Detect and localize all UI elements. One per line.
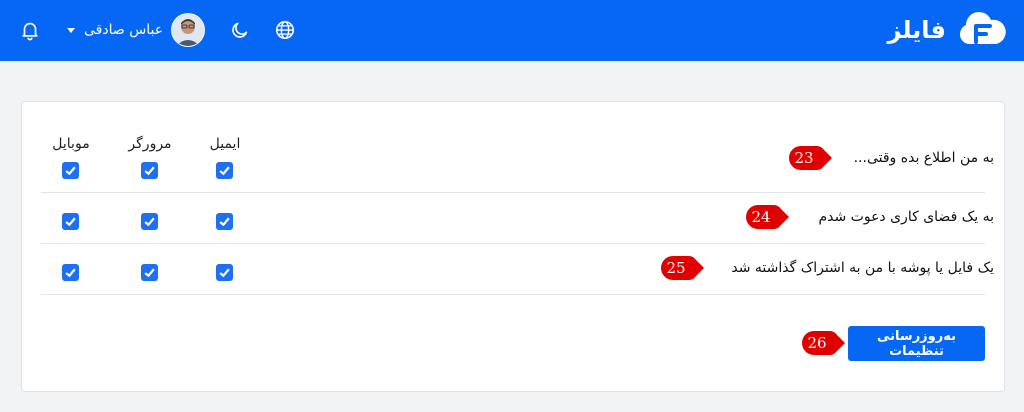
- marker-label: 23: [794, 149, 814, 167]
- marker-badge: 26: [801, 330, 847, 356]
- email-checkbox[interactable]: [216, 213, 233, 230]
- marker-label: 24: [751, 208, 771, 226]
- row-divider: [41, 294, 985, 295]
- row-title: به یک فضای کاری دعوت شدم: [818, 209, 994, 225]
- brand[interactable]: فایلز: [888, 10, 1006, 50]
- marker-badge: 23: [788, 145, 834, 171]
- marker-label: 26: [807, 334, 827, 352]
- row-title: یک فایل یا پوشه با من به اشتراک گذاشته ش…: [731, 260, 994, 276]
- row-divider: [41, 192, 985, 193]
- marker-label: 25: [666, 259, 686, 277]
- email-checkbox[interactable]: [216, 264, 233, 281]
- row-divider: [41, 243, 985, 244]
- globe-icon[interactable]: [274, 19, 296, 41]
- mobile-checkbox[interactable]: [62, 213, 79, 230]
- user-name[interactable]: عباس صادقی: [84, 22, 163, 38]
- column-mobile: موبایل: [52, 136, 90, 152]
- moon-icon[interactable]: [229, 19, 251, 41]
- mobile-checkbox[interactable]: [62, 264, 79, 281]
- cloud-logo: [959, 12, 1006, 45]
- column-browser: مرورگر: [128, 136, 172, 152]
- chevron-down-icon[interactable]: [66, 25, 76, 35]
- column-email: ایمیل: [209, 136, 241, 152]
- marker-badge: 25: [660, 255, 706, 281]
- avatar[interactable]: [171, 13, 206, 47]
- browser-checkbox[interactable]: [141, 213, 158, 230]
- notification-settings-card: ایمیل مرورگر موبایل به من اطلاع بده وقتی…: [21, 101, 1005, 392]
- user-menu[interactable]: عباس صادقی: [66, 12, 206, 48]
- update-settings-button[interactable]: به‌روزرسانی تنظیمات: [848, 326, 985, 361]
- bell-icon[interactable]: [19, 18, 41, 42]
- marker-badge: 24: [745, 204, 791, 230]
- row-title: به من اطلاع بده وقتی...: [853, 150, 994, 166]
- email-checkbox[interactable]: [216, 162, 233, 179]
- top-bar: عباس صادقی فایلز: [0, 0, 1024, 61]
- brand-name: فایلز: [887, 16, 946, 44]
- mobile-checkbox[interactable]: [62, 162, 79, 179]
- browser-checkbox[interactable]: [141, 264, 158, 281]
- browser-checkbox[interactable]: [141, 162, 158, 179]
